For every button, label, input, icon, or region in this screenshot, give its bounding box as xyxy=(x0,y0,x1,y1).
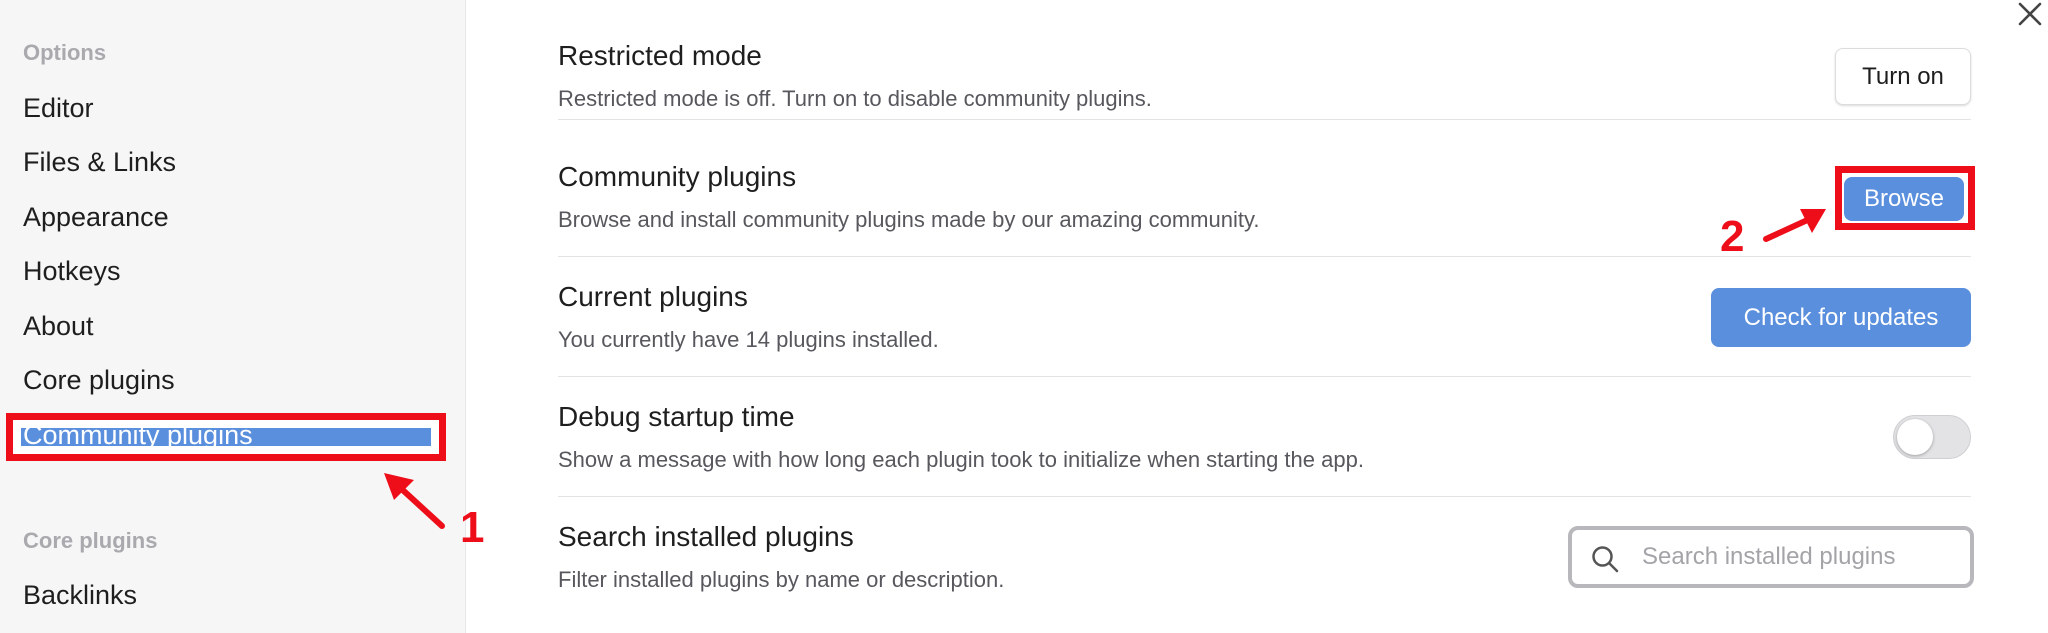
settings-sidebar: Options Editor Files & Links Appearance … xyxy=(0,0,466,633)
setting-title: Current plugins xyxy=(558,281,748,312)
setting-title: Debug startup time xyxy=(558,401,795,432)
setting-title: Community plugins xyxy=(558,161,797,192)
setting-description: Filter installed plugins by name or desc… xyxy=(558,567,1005,592)
sidebar-item-backlinks[interactable]: Backlinks xyxy=(23,580,137,611)
check-for-updates-button[interactable]: Check for updates xyxy=(1711,288,1971,347)
annotation-highlight-browse xyxy=(1835,166,1975,230)
search-installed-plugins-input[interactable] xyxy=(1642,540,1932,574)
setting-restricted-mode: Restricted mode Restricted mode is off. … xyxy=(558,0,1971,120)
search-icon xyxy=(1592,546,1619,573)
core-plugins-heading: Core plugins xyxy=(23,528,158,553)
sidebar-item-appearance[interactable]: Appearance xyxy=(23,202,169,233)
annotation-arrow-2 xyxy=(1763,209,1826,242)
setting-description: Show a message with how long each plugin… xyxy=(558,447,1364,472)
settings-main: Restricted mode Restricted mode is off. … xyxy=(467,0,2048,633)
setting-current-plugins: Current plugins You currently have 14 pl… xyxy=(558,257,1971,377)
sidebar-item-editor[interactable]: Editor xyxy=(23,93,94,124)
setting-description: You currently have 14 plugins installed. xyxy=(558,327,939,352)
setting-debug-startup-time: Debug startup time Show a message with h… xyxy=(558,377,1971,497)
annotation-number-1: 1 xyxy=(460,503,485,552)
turn-on-button[interactable]: Turn on xyxy=(1835,48,1971,105)
setting-title: Restricted mode xyxy=(558,40,762,71)
setting-title: Search installed plugins xyxy=(558,521,854,552)
sidebar-item-hotkeys[interactable]: Hotkeys xyxy=(23,256,121,287)
sidebar-item-community-plugins-label: Community plugins xyxy=(23,420,253,450)
sidebar-item-files-links[interactable]: Files & Links xyxy=(23,147,176,178)
setting-search-installed-plugins: Search installed plugins Filter installe… xyxy=(558,497,1974,633)
setting-description: Restricted mode is off. Turn on to disab… xyxy=(558,86,1152,111)
annotation-arrow-1 xyxy=(384,473,445,529)
sidebar-item-core-plugins[interactable]: Core plugins xyxy=(23,365,175,396)
close-icon[interactable] xyxy=(2016,0,2044,28)
debug-startup-toggle[interactable] xyxy=(1893,415,1971,459)
setting-description: Browse and install community plugins mad… xyxy=(558,207,1260,232)
search-installed-plugins-box[interactable] xyxy=(1568,526,1974,588)
toggle-knob xyxy=(1897,419,1933,455)
annotation-number-2: 2 xyxy=(1720,212,1745,261)
setting-community-plugins: Community plugins Browse and install com… xyxy=(558,137,1971,257)
sidebar-item-about[interactable]: About xyxy=(23,311,94,342)
options-heading: Options xyxy=(23,40,107,65)
